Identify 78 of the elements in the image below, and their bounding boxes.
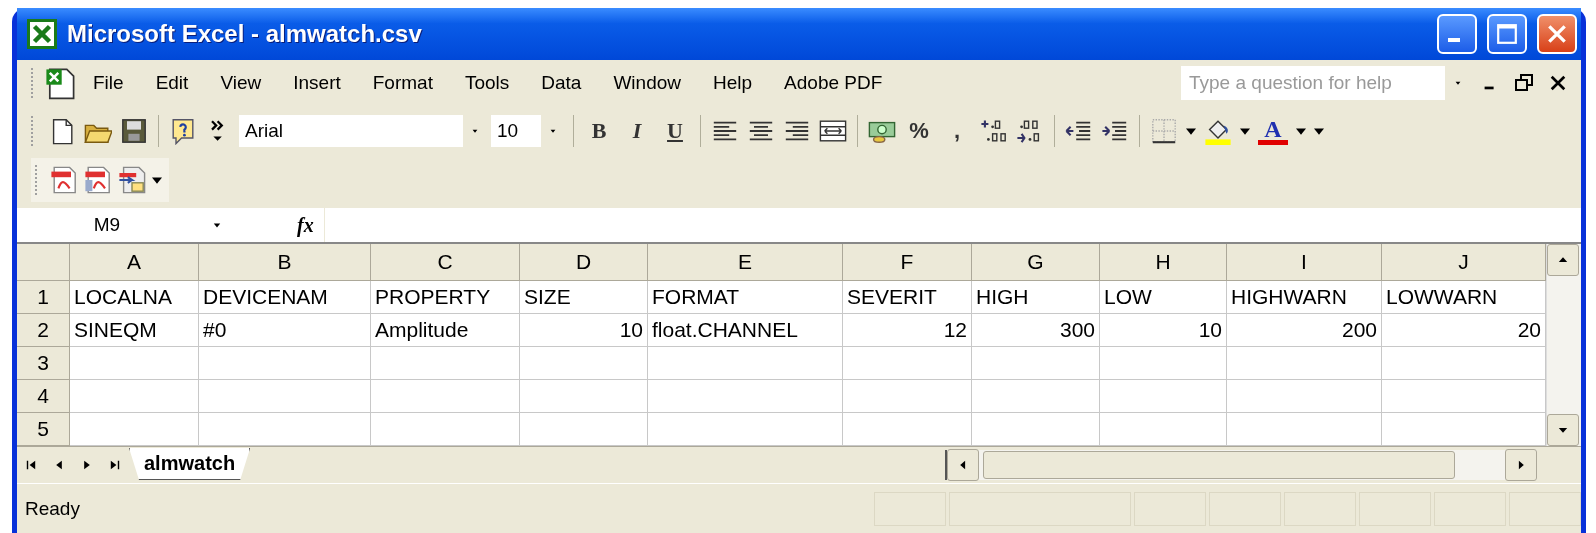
function-button[interactable]: fx xyxy=(297,213,314,237)
menu-item[interactable]: Data xyxy=(525,68,598,98)
pdf-document-icon xyxy=(84,166,112,194)
column-header[interactable]: J xyxy=(1382,244,1546,281)
font-size-field[interactable]: 10 xyxy=(490,114,566,148)
format-button[interactable]: , xyxy=(939,115,975,147)
table-cell: HIGH xyxy=(972,281,1100,314)
maximize-icon xyxy=(1496,23,1518,45)
sheet-tab[interactable]: almwatch xyxy=(129,448,251,480)
menu-item[interactable]: Help xyxy=(697,68,769,98)
format-button[interactable]: % xyxy=(901,115,937,147)
workbook-icon[interactable] xyxy=(43,66,77,100)
table-cell: SIZE xyxy=(520,281,648,314)
help-search-field[interactable]: Type a question for help xyxy=(1181,66,1471,100)
column-header[interactable]: A xyxy=(70,244,199,281)
close-icon[interactable] xyxy=(1549,74,1567,92)
first-icon xyxy=(24,458,38,472)
column-header[interactable]: I xyxy=(1227,244,1382,281)
row-header[interactable]: 4 xyxy=(17,380,70,413)
menu-item[interactable]: Adobe PDF xyxy=(768,68,899,98)
maximize-button[interactable] xyxy=(1487,14,1527,54)
font-field[interactable]: Arial xyxy=(238,114,488,148)
caret-icon xyxy=(1240,127,1250,135)
restore-icon[interactable] xyxy=(1514,73,1534,93)
table-cell: 200 xyxy=(1227,314,1382,347)
table-cell: SINEQM xyxy=(70,314,199,347)
table-cell: 300 xyxy=(972,314,1100,347)
italic-button[interactable]: I xyxy=(619,115,655,147)
menu-item[interactable]: File xyxy=(77,68,140,98)
close-button[interactable] xyxy=(1537,14,1577,54)
row-header[interactable]: 2 xyxy=(17,314,70,347)
table-cell: 12 xyxy=(843,314,972,347)
table-cell: FORMAT xyxy=(648,281,843,314)
menu-item[interactable]: Format xyxy=(356,68,449,98)
spreadsheet-app-icon xyxy=(27,19,57,49)
close-icon xyxy=(1546,23,1568,45)
table-cell: LOW xyxy=(1100,281,1227,314)
status-panel xyxy=(1509,491,1581,526)
table-cell: 10 xyxy=(1100,314,1227,347)
column-header[interactable]: E xyxy=(648,244,843,281)
minimize-icon xyxy=(1448,38,1460,42)
window-title: Microsoft Excel - almwatch.csv xyxy=(67,20,423,48)
minimize-button[interactable] xyxy=(1437,14,1477,54)
row-header[interactable]: 5 xyxy=(17,413,70,446)
column-header[interactable]: D xyxy=(520,244,648,281)
menu-item[interactable]: Window xyxy=(597,68,697,98)
column-header[interactable]: B xyxy=(199,244,371,281)
bold-button[interactable]: B xyxy=(581,115,617,147)
row-header[interactable]: 1 xyxy=(17,281,70,314)
pdf-icon xyxy=(50,166,78,194)
status-text: Ready xyxy=(25,497,80,520)
row-header[interactable]: 3 xyxy=(17,347,70,380)
table-cell: float.CHANNEL xyxy=(648,314,843,347)
table-cell: PROPERTY xyxy=(371,281,520,314)
column-header[interactable]: H xyxy=(1100,244,1227,281)
underline-button[interactable]: U xyxy=(657,115,693,147)
borders-icon xyxy=(1150,117,1178,145)
menu-item[interactable]: Edit xyxy=(139,68,205,98)
caret-icon xyxy=(152,176,162,184)
column-header[interactable]: F xyxy=(843,244,972,281)
table-cell: SEVERIT xyxy=(843,281,972,314)
caret-icon xyxy=(1186,127,1196,135)
column-header[interactable]: G xyxy=(972,244,1100,281)
table-cell: Amplitude xyxy=(371,314,520,347)
save-icon xyxy=(120,117,148,145)
scrollbar-thumb[interactable] xyxy=(983,451,1455,479)
table-cell: HIGHWARN xyxy=(1227,281,1382,314)
table-cell: DEVICENAM xyxy=(199,281,371,314)
pdf-email-icon xyxy=(118,166,146,194)
column-header[interactable]: C xyxy=(371,244,520,281)
table-cell: LOCALNA xyxy=(70,281,199,314)
last-icon xyxy=(108,458,122,472)
menu-item[interactable]: Insert xyxy=(277,68,357,98)
table-cell: #0 xyxy=(199,314,371,347)
table-cell: 10 xyxy=(520,314,648,347)
font-color-button[interactable]: A xyxy=(1255,114,1291,148)
menu-item[interactable]: Tools xyxy=(448,68,526,98)
menu-item[interactable]: View xyxy=(204,68,278,98)
